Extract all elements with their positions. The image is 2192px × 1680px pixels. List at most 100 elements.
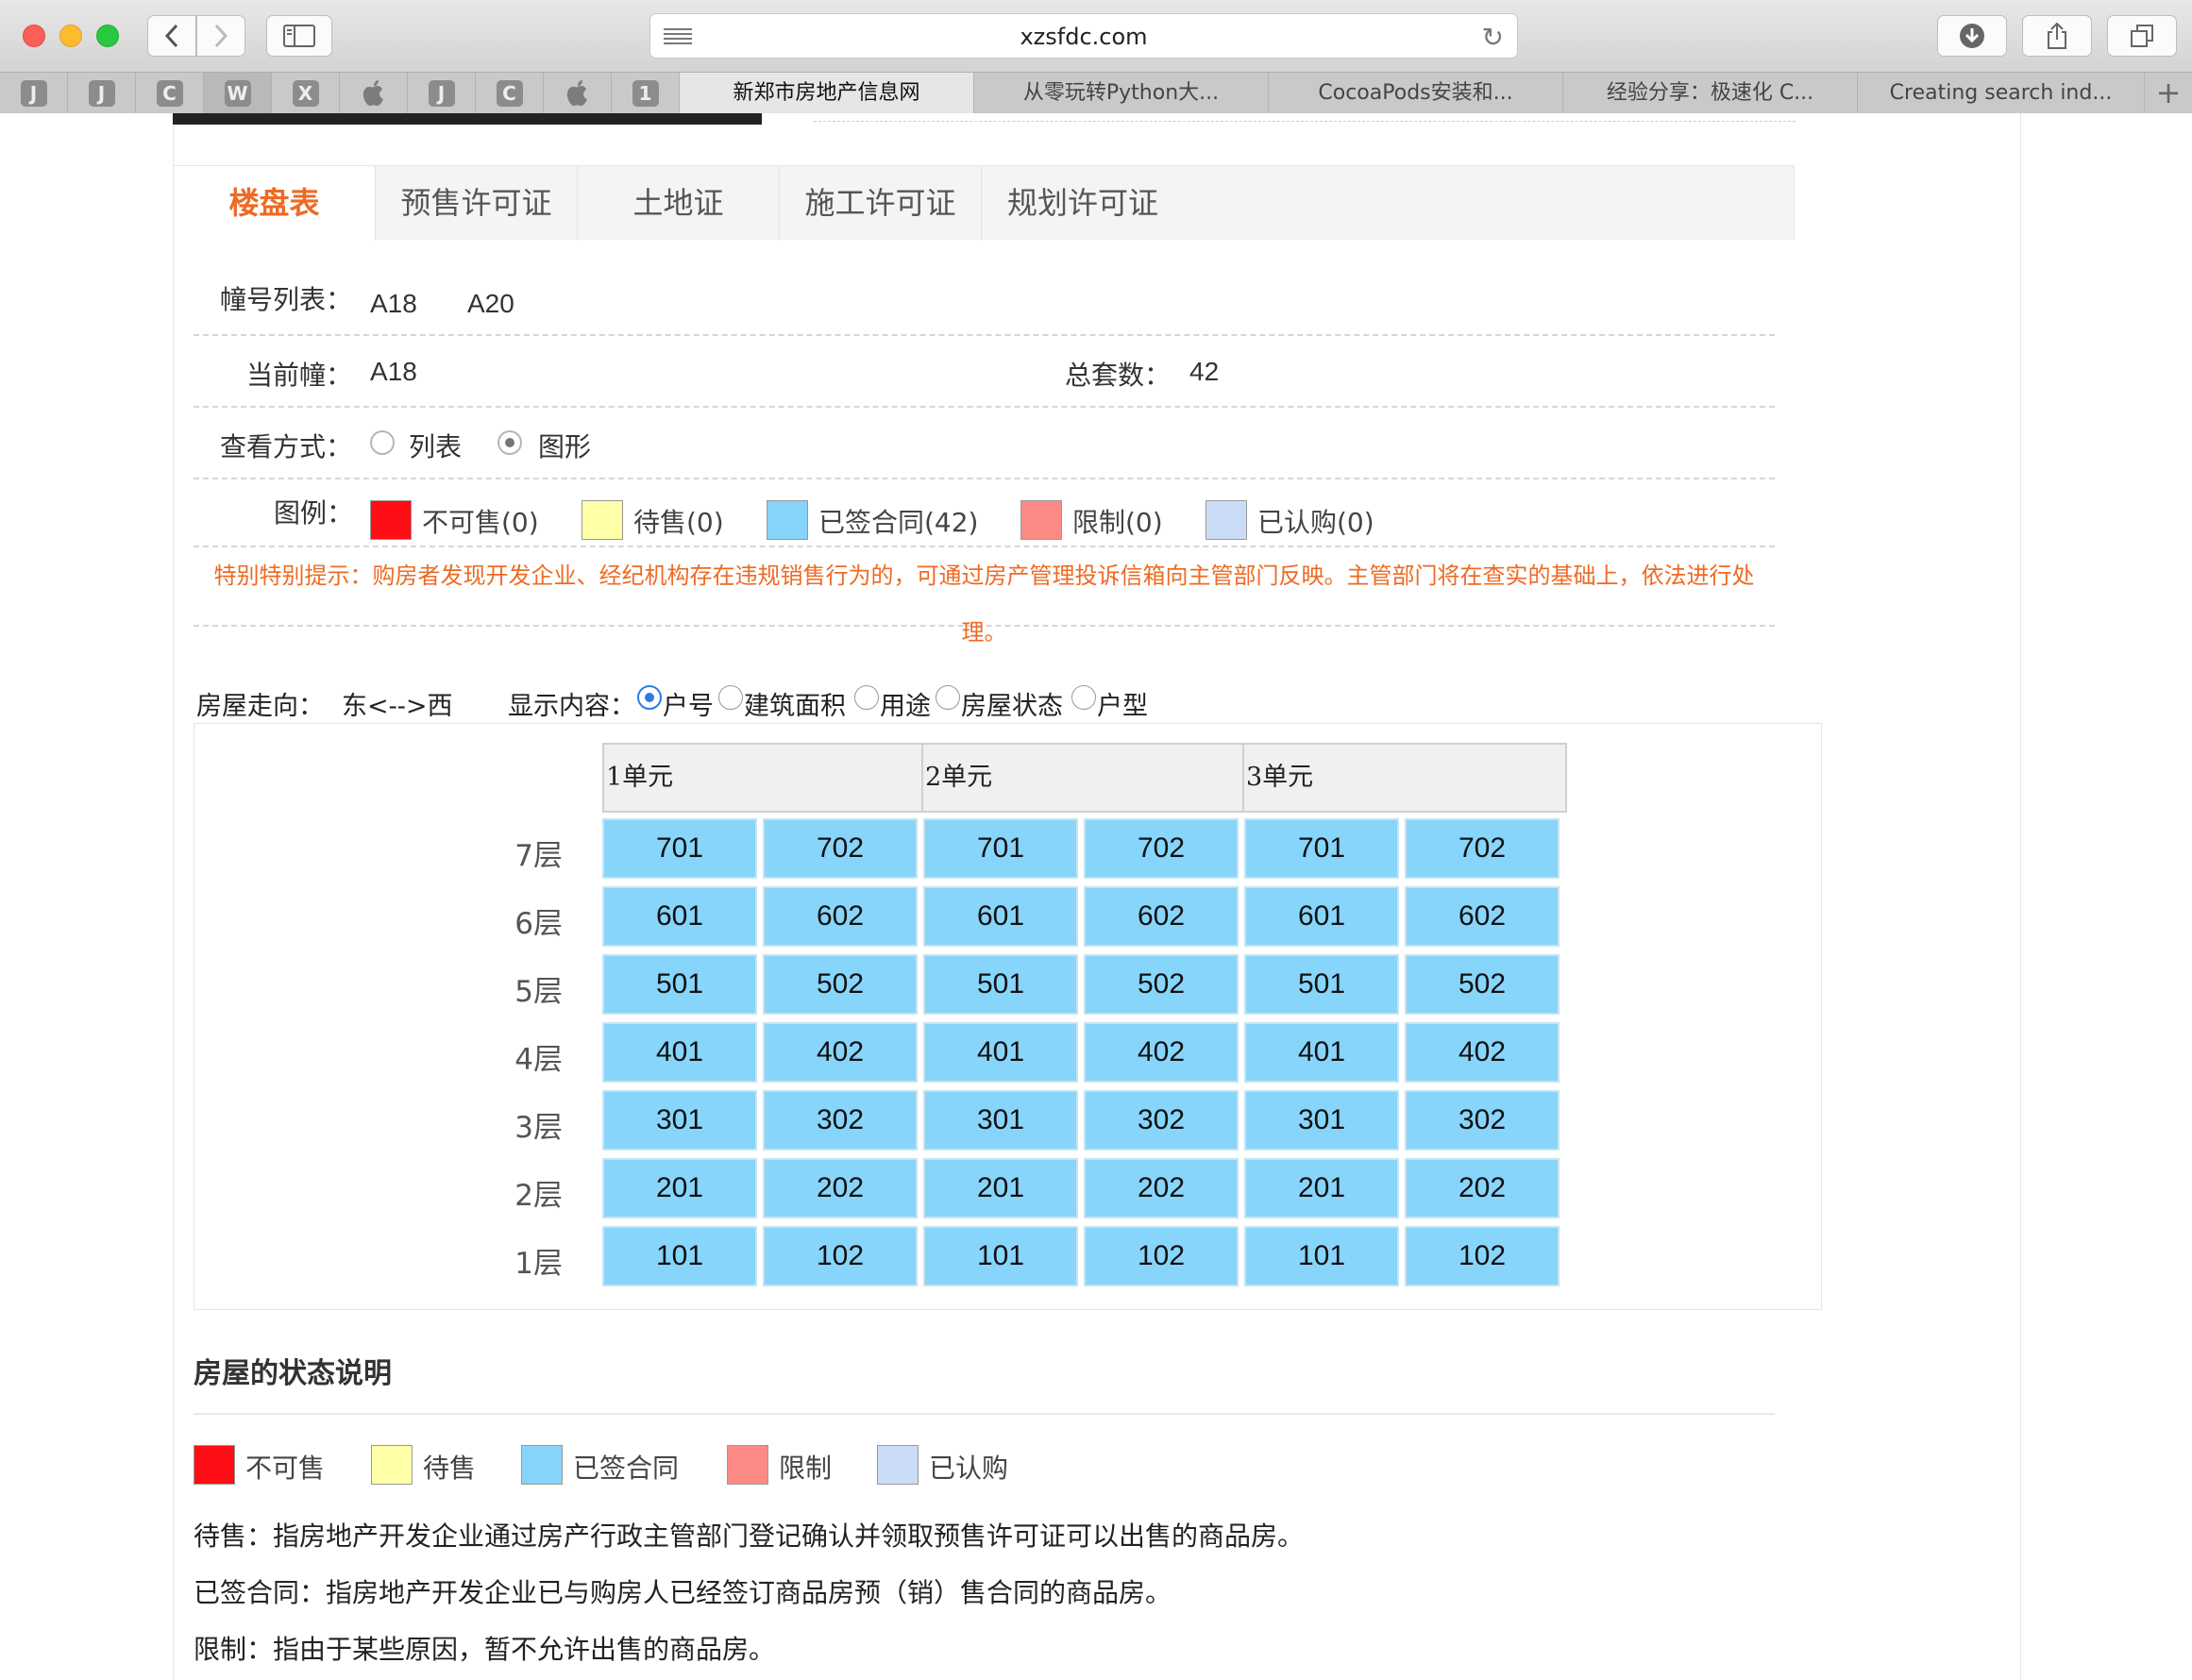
display-usage-radio[interactable] [854, 685, 879, 710]
address-bar[interactable]: xzsfdc.com ↻ [649, 13, 1518, 59]
zoom-window-button[interactable] [96, 25, 119, 47]
room-cell[interactable]: 402 [1084, 1022, 1239, 1083]
room-cell[interactable]: 501 [923, 954, 1078, 1015]
display-area-radio[interactable] [718, 685, 743, 710]
room-cell[interactable]: 702 [763, 818, 918, 879]
room-cell[interactable]: 502 [1405, 954, 1560, 1015]
pinned-tab[interactable]: J [68, 73, 136, 113]
tab-construction-permit[interactable]: 施工许可证 [780, 166, 982, 241]
room-cell[interactable]: 501 [602, 954, 757, 1015]
tab-land-certificate[interactable]: 土地证 [578, 166, 780, 241]
building-link-a20[interactable]: A20 [467, 289, 514, 319]
room-cell[interactable]: 601 [1244, 886, 1399, 947]
sidebar-icon [283, 25, 315, 47]
room-cell[interactable]: 201 [602, 1158, 757, 1218]
room-cell[interactable]: 502 [1084, 954, 1239, 1015]
pinned-tab-apple[interactable] [340, 73, 408, 113]
pinned-tab[interactable]: J [0, 73, 68, 113]
room-cell[interactable]: 202 [763, 1158, 918, 1218]
room-cell[interactable]: 201 [923, 1158, 1078, 1218]
room-cell[interactable]: 201 [1244, 1158, 1399, 1218]
display-option-layout[interactable]: 户型 [1097, 685, 1148, 722]
room-cell[interactable]: 602 [1405, 886, 1560, 947]
room-cell[interactable]: 602 [1084, 886, 1239, 947]
forward-button[interactable] [196, 15, 245, 57]
room-cell[interactable]: 302 [1405, 1090, 1560, 1151]
reload-icon[interactable]: ↻ [1482, 22, 1504, 53]
tab-presale-permit[interactable]: 预售许可证 [376, 166, 578, 241]
display-option-area[interactable]: 建筑面积 [744, 685, 846, 722]
sidebar-toggle-button[interactable] [266, 15, 332, 57]
room-cell[interactable]: 601 [602, 886, 757, 947]
minimize-window-button[interactable] [59, 25, 82, 47]
new-tab-button[interactable]: + [2145, 73, 2192, 113]
room-cell[interactable]: 701 [1244, 818, 1399, 879]
browser-tab[interactable]: Creating search ind... [1858, 73, 2145, 113]
display-layout-radio[interactable] [1071, 685, 1096, 710]
pinned-tab[interactable]: 1 [612, 73, 680, 113]
pinned-tab[interactable]: C [136, 73, 204, 113]
room-cell[interactable]: 401 [602, 1022, 757, 1083]
room-cell[interactable]: 102 [1084, 1226, 1239, 1286]
browser-tab[interactable]: 经验分享：极速化 C... [1563, 73, 1858, 113]
room-cell[interactable]: 101 [923, 1226, 1078, 1286]
browser-tab[interactable]: 从零玩转Python大... [974, 73, 1269, 113]
share-button[interactable] [2022, 15, 2092, 57]
browser-tab-active[interactable]: 新郑市房地产信息网 [680, 73, 974, 113]
display-option-usage[interactable]: 用途 [880, 685, 931, 722]
pinned-tab-apple[interactable] [544, 73, 612, 113]
browser-tab[interactable]: CocoaPods安装和... [1269, 73, 1563, 113]
downloads-button[interactable] [1937, 15, 2007, 57]
pinned-tab[interactable]: C [476, 73, 544, 113]
header-image-edge [173, 113, 762, 125]
view-list-label[interactable]: 列表 [409, 427, 462, 464]
room-cell[interactable]: 402 [763, 1022, 918, 1083]
room-cell[interactable]: 202 [1405, 1158, 1560, 1218]
room-cell[interactable]: 402 [1405, 1022, 1560, 1083]
pinned-tab[interactable]: W [204, 73, 272, 113]
show-all-tabs-button[interactable] [2107, 15, 2177, 57]
tab-building-table[interactable]: 楼盘表 [174, 166, 376, 241]
room-cell[interactable]: 302 [1084, 1090, 1239, 1151]
view-graphic-label[interactable]: 图形 [538, 427, 591, 464]
legend-row: 图例： 不可售(0) 待售(0) 已签合同(42) 限制(0) 已认购(0) [194, 479, 1775, 547]
room-cell[interactable]: 301 [923, 1090, 1078, 1151]
close-window-button[interactable] [23, 25, 45, 47]
browser-chrome: xzsfdc.com ↻ J J C W X J C 1 新郑市房地产信息网 从… [0, 0, 2192, 113]
display-option-room-number[interactable]: 户号 [663, 685, 714, 722]
room-cell[interactable]: 301 [602, 1090, 757, 1151]
room-cell[interactable]: 701 [923, 818, 1078, 879]
room-cell[interactable]: 301 [1244, 1090, 1399, 1151]
display-option-status[interactable]: 房屋状态 [961, 685, 1063, 722]
room-cell[interactable]: 102 [763, 1226, 918, 1286]
floor-label: 7层 [514, 839, 563, 873]
tab-planning-permit[interactable]: 规划许可证 [982, 166, 1184, 241]
room-cell[interactable]: 702 [1084, 818, 1239, 879]
view-graphic-radio[interactable] [497, 430, 522, 455]
room-cell[interactable]: 701 [602, 818, 757, 879]
room-cell[interactable]: 401 [923, 1022, 1078, 1083]
display-status-radio[interactable] [936, 685, 960, 710]
building-link-a18[interactable]: A18 [370, 289, 417, 319]
page-border-left [173, 113, 174, 1680]
room-cell[interactable]: 702 [1405, 818, 1560, 879]
view-list-radio[interactable] [370, 430, 395, 455]
legend-swatch-unsellable [370, 500, 412, 540]
pinned-tab[interactable]: X [272, 73, 340, 113]
room-cell[interactable]: 501 [1244, 954, 1399, 1015]
pinned-tab[interactable]: J [408, 73, 476, 113]
total-units-label: 总套数： [1065, 360, 1172, 391]
room-cell[interactable]: 502 [763, 954, 918, 1015]
room-cell[interactable]: 602 [763, 886, 918, 947]
room-cell[interactable]: 401 [1244, 1022, 1399, 1083]
room-cell[interactable]: 601 [923, 886, 1078, 947]
tab-bar: J J C W X J C 1 新郑市房地产信息网 从零玩转Python大...… [0, 72, 2192, 113]
room-cell[interactable]: 202 [1084, 1158, 1239, 1218]
back-button[interactable] [147, 15, 196, 57]
room-cell[interactable]: 101 [602, 1226, 757, 1286]
room-cell[interactable]: 102 [1405, 1226, 1560, 1286]
display-room-number-radio[interactable] [637, 685, 662, 710]
room-cell[interactable]: 101 [1244, 1226, 1399, 1286]
direction-value: 东<-->西 [342, 692, 453, 721]
room-cell[interactable]: 302 [763, 1090, 918, 1151]
